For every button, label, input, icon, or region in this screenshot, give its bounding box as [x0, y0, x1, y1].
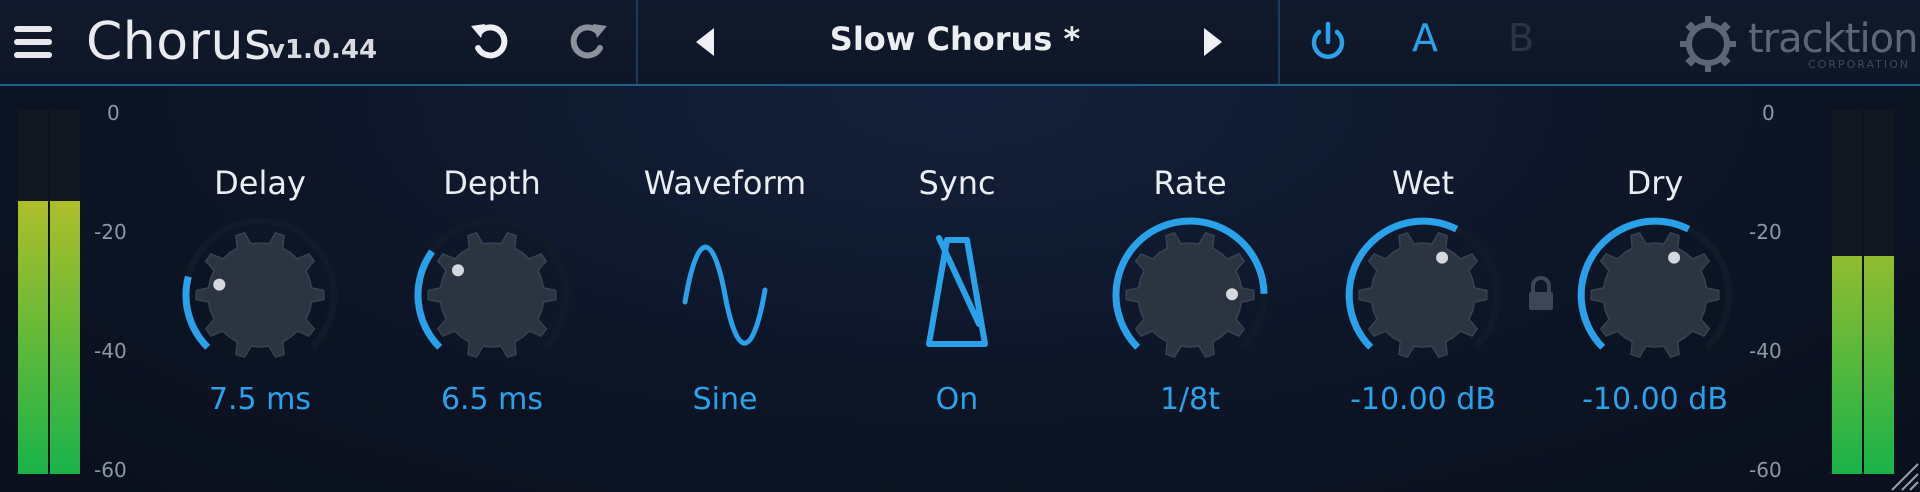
depth-knob[interactable]	[402, 210, 582, 380]
rate-control: Rate 1/8t	[1085, 160, 1295, 420]
dry-knob[interactable]	[1565, 210, 1745, 380]
dry-value[interactable]: -10.00 dB	[1550, 382, 1760, 417]
waveform-control: Waveform Sine	[620, 160, 830, 420]
meter-channel-right	[1864, 110, 1894, 474]
rate-value[interactable]: 1/8t	[1085, 382, 1295, 417]
ab-b-button[interactable]: B	[1508, 16, 1534, 60]
meter-scale-label: -60	[1749, 458, 1782, 482]
preset-name[interactable]: Slow Chorus *	[760, 20, 1150, 58]
depth-value[interactable]: 6.5 ms	[387, 382, 597, 417]
meter-channel-left	[1832, 110, 1862, 474]
wet-knob[interactable]	[1333, 210, 1513, 380]
ab-a-button[interactable]: A	[1412, 16, 1438, 60]
meter-channel-left	[18, 110, 48, 474]
meter-scale-label: 0	[107, 101, 120, 125]
sync-control: Sync On	[852, 160, 1062, 420]
power-icon[interactable]	[1306, 20, 1350, 64]
triangle-left-icon[interactable]	[690, 22, 720, 62]
knob-pointer	[452, 264, 464, 277]
knob-body	[427, 231, 557, 359]
rate-label: Rate	[1153, 164, 1227, 202]
redo-icon[interactable]	[566, 18, 610, 66]
waveform-value[interactable]: Sine	[620, 382, 830, 417]
dry-control: Dry -10.00 dB	[1550, 160, 1760, 420]
header-divider	[636, 0, 638, 84]
output-level-meter	[1832, 110, 1894, 474]
meter-scale-label: -40	[94, 339, 127, 363]
plugin-title: Chorus	[86, 12, 272, 72]
knob-body	[1590, 231, 1720, 359]
sync-value[interactable]: On	[852, 382, 1062, 417]
knob-body	[195, 231, 325, 359]
triangle-right-icon[interactable]	[1198, 22, 1228, 62]
knob-pointer	[1668, 251, 1681, 264]
knob-pointer	[1226, 288, 1238, 301]
logo-wordmark: tracktion	[1748, 16, 1918, 62]
meter-channel-right	[50, 110, 80, 474]
wet-control: Wet -10.00 dB	[1318, 160, 1528, 420]
meter-scale-label: -60	[94, 458, 127, 482]
delay-label: Delay	[214, 164, 306, 202]
delay-knob[interactable]	[170, 210, 350, 380]
chorus-plugin-window: Chorus v1.0.44 Slow Chorus * A B trackti…	[0, 0, 1920, 492]
delay-control: Delay 7.5 ms	[155, 160, 365, 420]
resize-handle-icon[interactable]	[1880, 452, 1920, 492]
dry-label: Dry	[1626, 164, 1684, 202]
delay-value[interactable]: 7.5 ms	[155, 382, 365, 417]
gear-logo-icon	[1680, 16, 1736, 72]
plugin-version: v1.0.44	[268, 35, 378, 65]
sync-label: Sync	[918, 164, 996, 202]
logo-subtitle: CORPORATION	[1808, 58, 1910, 71]
hamburger-icon[interactable]	[14, 26, 52, 58]
meter-scale-label: -20	[94, 220, 127, 244]
wet-label: Wet	[1392, 164, 1454, 202]
depth-control: Depth 6.5 ms	[387, 160, 597, 420]
header-divider	[1278, 0, 1280, 84]
header-bar: Chorus v1.0.44 Slow Chorus * A B trackti…	[0, 0, 1920, 86]
knob-pointer	[213, 278, 226, 291]
metronome-icon[interactable]	[867, 210, 1047, 380]
depth-label: Depth	[443, 164, 541, 202]
knob-value-arc	[182, 275, 211, 350]
rate-knob[interactable]	[1100, 210, 1280, 380]
wet-value[interactable]: -10.00 dB	[1318, 382, 1528, 417]
meter-scale-label: 0	[1762, 101, 1775, 125]
knob-body	[1358, 231, 1488, 359]
waveform-label: Waveform	[643, 164, 807, 202]
input-level-meter	[18, 110, 80, 474]
undo-icon[interactable]	[468, 18, 512, 66]
knob-pointer	[1436, 251, 1449, 264]
tracktion-logo: tracktion CORPORATION	[1678, 10, 1918, 72]
sine-wave-icon[interactable]	[635, 210, 815, 380]
